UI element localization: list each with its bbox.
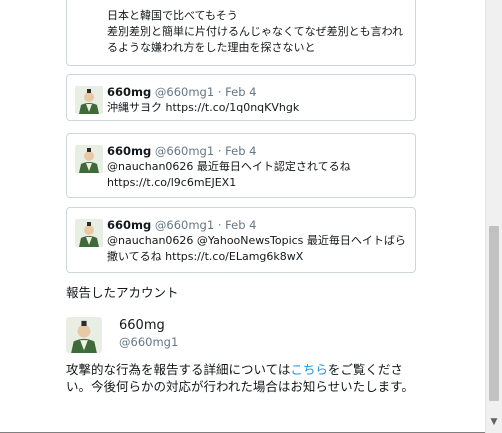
- tweet-text: @nauchan0626 最近毎日ヘイト認定されてるね https://t.co…: [107, 160, 351, 189]
- separator-dot: ·: [217, 218, 222, 232]
- tweet-card[interactable]: 660mg @660mg1 · Feb 4 @nauchan0626 @Yaho…: [66, 207, 416, 273]
- tweet-text: @nauchan0626 @YahooNewsTopics 最近毎日ヘイトばら撒…: [107, 234, 406, 263]
- reported-account-name[interactable]: 660mg: [119, 318, 165, 333]
- avatar: [75, 86, 103, 114]
- tweet-date[interactable]: Feb 4: [225, 218, 256, 232]
- tweet-header: 660mg @660mg1 · Feb 4: [107, 84, 256, 100]
- tweet-text-line: るような嫌われ方をした理由を探さないと: [107, 41, 316, 54]
- avatar: [75, 145, 103, 173]
- tweet-header: 660mg @660mg1 · Feb 4: [107, 217, 256, 233]
- tweet-text: 沖縄サヨク https://t.co/1q0nqKVhgk: [107, 101, 300, 114]
- tweet-author-handle[interactable]: @660mg1: [155, 85, 214, 99]
- triangle-down-icon[interactable]: ▼: [486, 415, 502, 429]
- learn-more-link[interactable]: こちら: [290, 362, 328, 377]
- vertical-scrollbar[interactable]: ▼: [485, 0, 502, 433]
- tweet-author-name[interactable]: 660mg: [107, 218, 151, 232]
- tweet-header: 660mg @660mg1 · Feb 4: [107, 143, 256, 159]
- reported-account-avatar[interactable]: [66, 317, 102, 353]
- tweet-author-handle[interactable]: @660mg1: [155, 144, 214, 158]
- report-info-text: 攻撃的な行為を報告する詳細についてはこちらをご覧ください。今後何らかの対応が行わ…: [66, 361, 416, 395]
- avatar: [75, 219, 103, 247]
- tweet-card[interactable]: 660mg @660mg1 · Feb 4 @nauchan0626 最近毎日ヘ…: [66, 133, 416, 198]
- tweet-date[interactable]: Feb 4: [225, 144, 256, 158]
- separator-dot: ·: [217, 85, 222, 99]
- tweet-text-line: 日本と韓国で比べてもそう: [107, 9, 238, 22]
- info-text-before-link: 攻撃的な行為を報告する詳細については: [66, 362, 291, 377]
- tweet-date[interactable]: Feb 4: [225, 85, 256, 99]
- separator-dot: ·: [217, 144, 222, 158]
- tweet-card[interactable]: 660mg @660mg1 · Feb 4 沖縄サヨク https://t.co…: [66, 74, 416, 121]
- tweet-author-handle[interactable]: @660mg1: [155, 218, 214, 232]
- tweet-author-name[interactable]: 660mg: [107, 144, 151, 158]
- reported-account-heading: 報告したアカウント: [66, 285, 179, 300]
- tweet-text: 日本と韓国で比べてもそう 差別差別と簡単に片付けるんじゃなくてなぜ差別とも言われ…: [107, 8, 407, 56]
- tweet-text-line: 差別差別と簡単に片付けるんじゃなくてなぜ差別とも言われ: [107, 25, 404, 38]
- report-dialog-content: 日本と韓国で比べてもそう 差別差別と簡単に片付けるんじゃなくてなぜ差別とも言われ…: [0, 0, 485, 432]
- reported-account-handle[interactable]: @660mg1: [119, 335, 178, 349]
- tweet-card[interactable]: 日本と韓国で比べてもそう 差別差別と簡単に片付けるんじゃなくてなぜ差別とも言われ…: [66, 0, 416, 66]
- scrollbar-thumb[interactable]: [489, 226, 499, 401]
- tweet-author-name[interactable]: 660mg: [107, 85, 151, 99]
